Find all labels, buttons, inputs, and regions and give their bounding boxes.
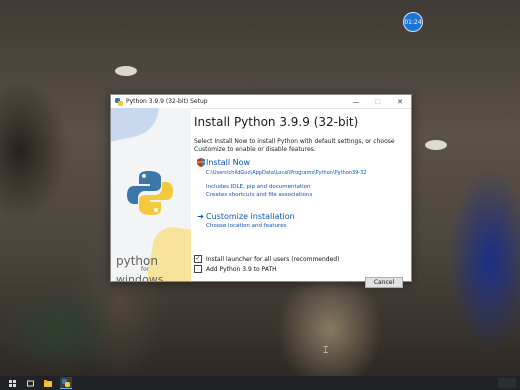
system-tray[interactable] [498,378,516,388]
python-logo-icon [127,171,173,215]
install-launcher-label: Install launcher for all users (recommen… [206,255,340,263]
shield-icon [196,158,205,167]
install-path-text: C:\Users\childGuo\AppData\Local\Programs… [206,170,367,176]
file-explorer-icon[interactable] [42,377,54,389]
python-wordmark-for: for [141,266,150,273]
ceiling-light [115,66,137,76]
add-to-path-checkbox-row[interactable]: Add Python 3.9 to PATH [194,265,277,273]
customize-installation-button[interactable]: Customize installation [206,212,295,221]
python-setup-taskbar-icon[interactable] [60,377,72,389]
python-setup-dialog: Python 3.9.9 (32-bit) Setup — ☐ ✕ python… [110,94,412,288]
dialog-subtitle: Select Install Now to install Python wit… [194,138,395,153]
close-button[interactable]: ✕ [389,95,411,108]
install-launcher-checkbox[interactable]: ✓ [194,255,202,263]
dialog-titlebar[interactable]: Python 3.9.9 (32-bit) Setup — ☐ ✕ [111,95,411,109]
dialog-content: Install Python 3.9.9 (32-bit) Select Ins… [194,108,408,288]
install-now-description-2: Creates shortcuts and file associations [206,192,313,198]
install-launcher-checkbox-row[interactable]: ✓ Install launcher for all users (recomm… [194,255,339,263]
dialog-heading: Install Python 3.9.9 (32-bit) [194,115,359,129]
task-view-icon[interactable] [24,377,36,389]
arrow-right-icon: ➜ [197,212,204,221]
dialog-title: Python 3.9.9 (32-bit) Setup [126,98,208,105]
decorative-shape [111,108,165,145]
minimize-button[interactable]: — [345,95,367,108]
install-now-description-1: Includes IDLE, pip and documentation [206,184,311,190]
python-branding-panel: python for windows [111,108,191,281]
start-menu-icon[interactable] [6,377,18,389]
mouse-cursor-icon: ⌶ [323,346,329,356]
python-wordmark-windows: windows [116,273,164,281]
ceiling-light [425,140,447,150]
add-to-path-checkbox[interactable] [194,265,202,273]
install-now-button[interactable]: Install Now [206,158,250,167]
cancel-button[interactable]: Cancel [365,277,403,288]
taskbar [0,376,520,390]
python-app-icon [115,97,123,106]
maximize-button: ☐ [374,97,382,106]
python-wordmark: python [116,254,158,268]
clock-badge[interactable]: 01:24 [403,12,423,32]
add-to-path-label: Add Python 3.9 to PATH [206,265,277,273]
customize-description: Choose location and features [206,223,287,229]
